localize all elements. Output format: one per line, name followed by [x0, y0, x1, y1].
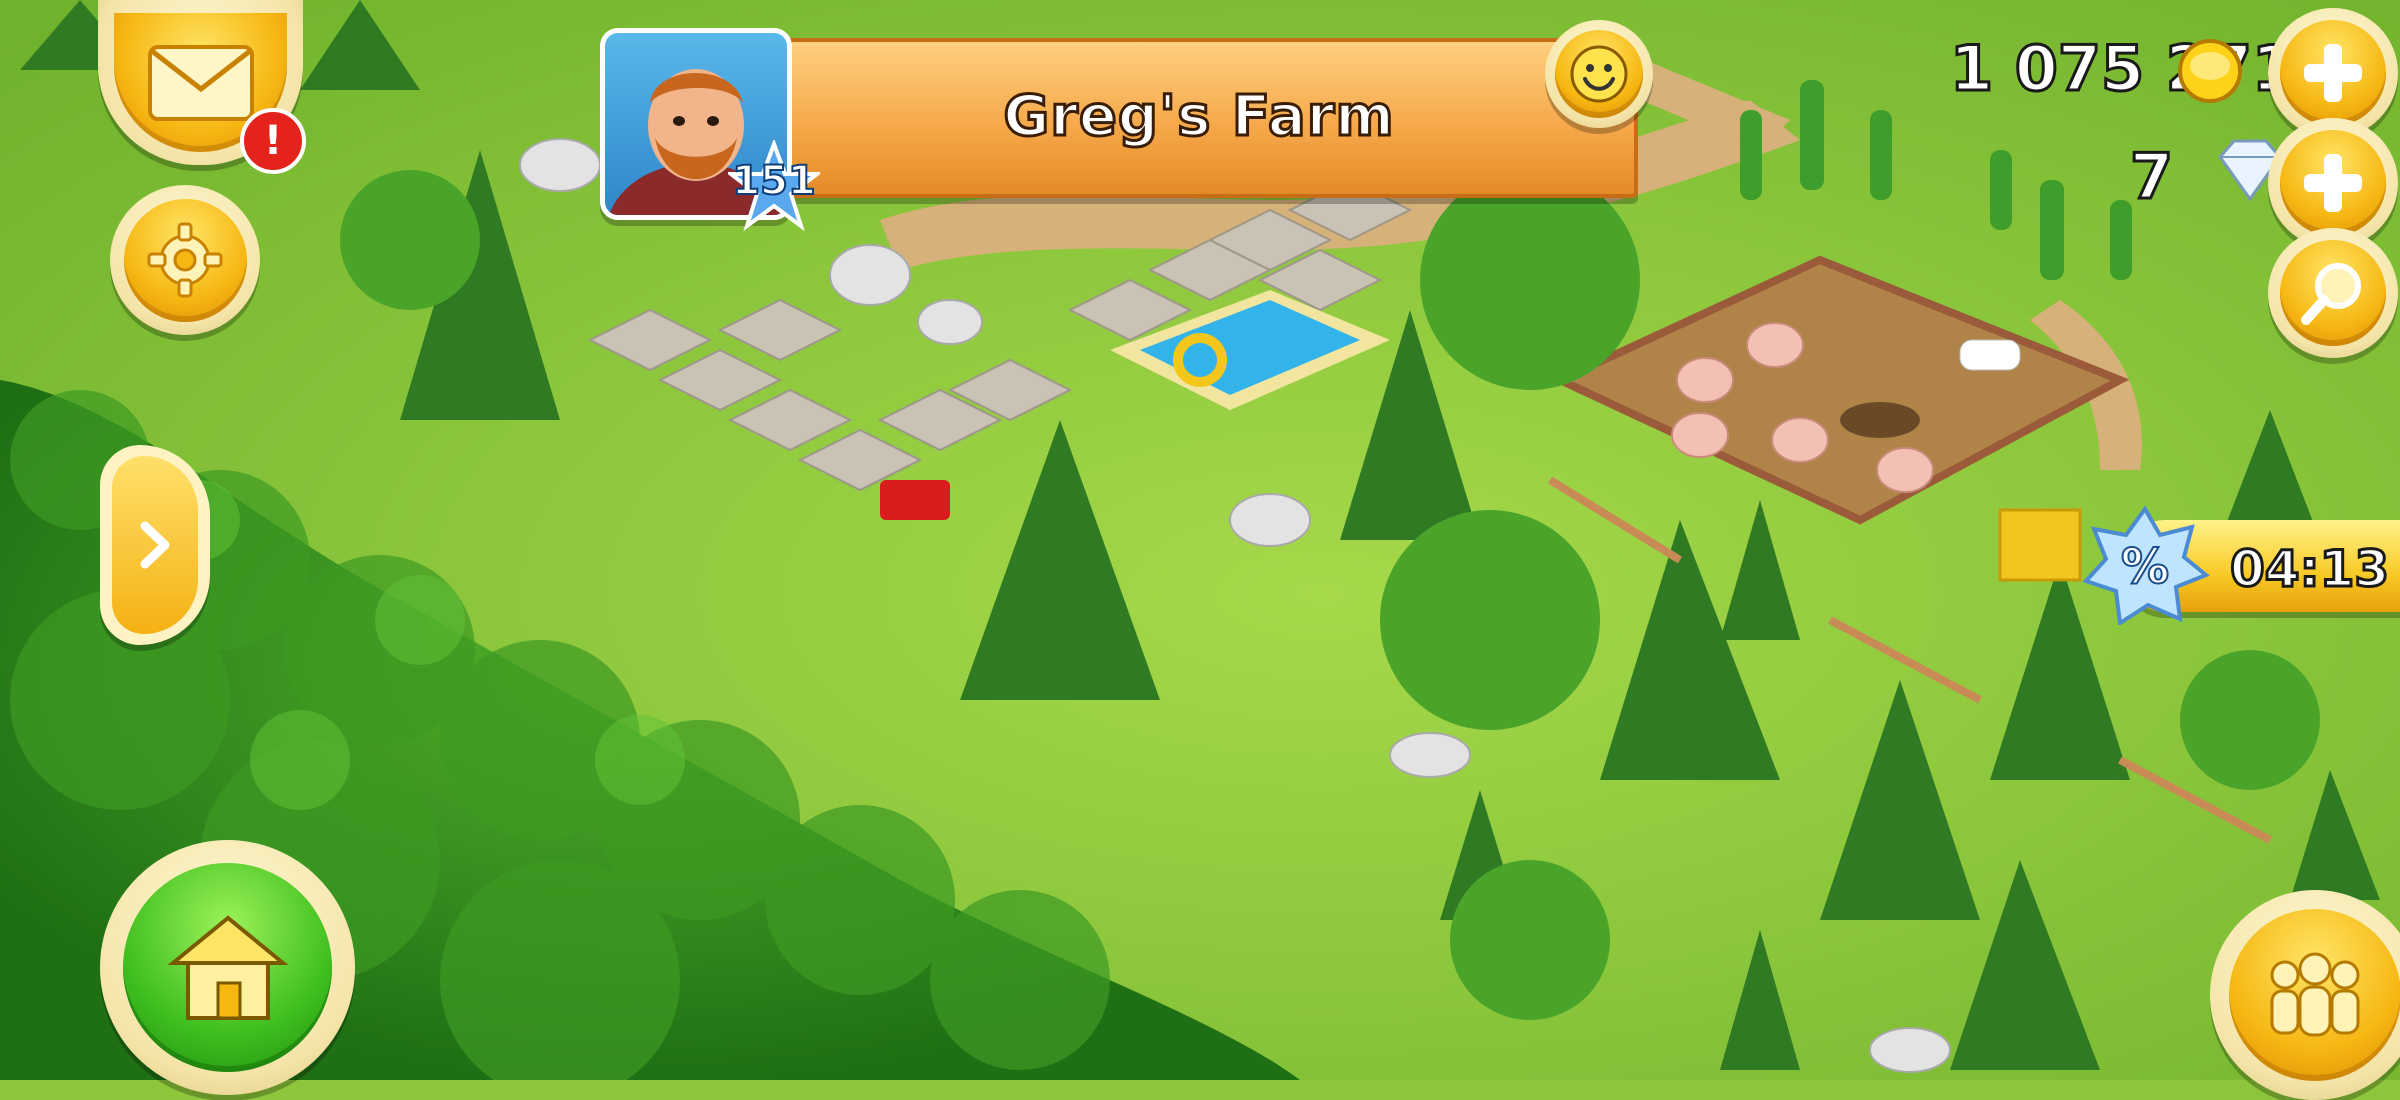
player-level: 151 — [731, 157, 817, 205]
diamond-amount: 7 — [2128, 139, 2174, 215]
svg-text:%: % — [2121, 539, 2169, 595]
farm-name-banner[interactable]: Greg's Farm — [760, 38, 1638, 198]
envelope-icon — [147, 44, 254, 121]
gear-icon — [147, 222, 223, 298]
sale-timer: 04:13 — [2229, 539, 2391, 600]
chevron-right-icon — [140, 521, 170, 569]
smiley-icon — [1570, 45, 1628, 103]
emote-button[interactable] — [1545, 20, 1653, 128]
mail-alert-badge: ! — [240, 108, 306, 174]
exclamation-icon: ! — [263, 118, 283, 164]
expand-side-panel-button[interactable] — [100, 445, 210, 645]
settings-button[interactable] — [110, 185, 260, 335]
farm-name: Greg's Farm — [1002, 83, 1395, 151]
house-icon — [166, 914, 289, 1020]
percent-badge-icon: % — [2082, 505, 2210, 625]
coin-icon — [2178, 39, 2242, 103]
red-chest[interactable] — [880, 480, 950, 520]
plus-icon — [2304, 44, 2362, 102]
search-button[interactable] — [2268, 228, 2398, 358]
plus-icon — [2304, 154, 2362, 212]
home-button[interactable] — [100, 840, 355, 1095]
hay-bale — [1998, 508, 2082, 582]
magnifier-icon — [2301, 263, 2361, 325]
people-icon — [2270, 952, 2360, 1037]
